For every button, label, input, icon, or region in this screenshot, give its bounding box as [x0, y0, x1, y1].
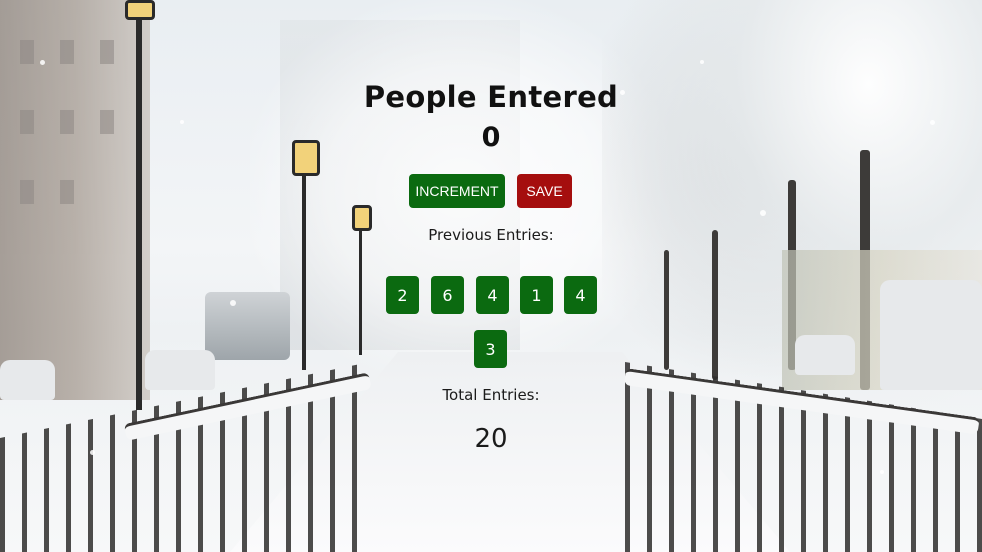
total-entries-value: 20 — [474, 424, 508, 454]
entry-item: 1 — [520, 276, 553, 314]
previous-entries-label: Previous Entries: — [428, 226, 554, 244]
page-title: People Entered — [363, 80, 619, 114]
entry-item: 2 — [386, 276, 419, 314]
page: People Entered 0 INCREMENT SAVE Previous… — [0, 0, 982, 552]
entry-item: 4 — [564, 276, 597, 314]
counter-app: People Entered 0 INCREMENT SAVE Previous… — [0, 0, 982, 552]
people-count: 0 — [481, 122, 501, 153]
save-button[interactable]: SAVE — [517, 174, 572, 208]
entry-item: 4 — [476, 276, 509, 314]
entry-item: 3 — [474, 330, 507, 368]
total-entries-label: Total Entries: — [442, 386, 540, 404]
entry-item: 6 — [431, 276, 464, 314]
increment-button[interactable]: INCREMENT — [409, 174, 505, 208]
